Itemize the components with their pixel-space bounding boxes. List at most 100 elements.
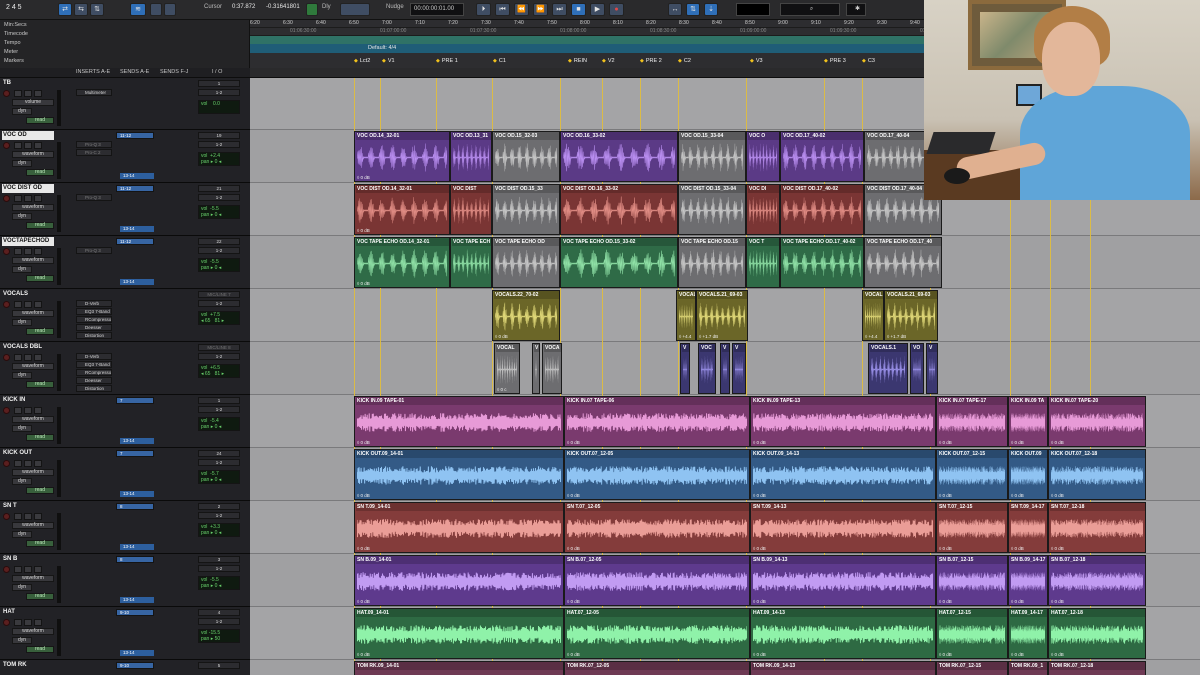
volume-pan-readout[interactable]: vol -15.5 pan ▸ 50 [198,629,240,643]
audio-clip[interactable]: SN T.07_12-15 ◊ 0 dB [936,502,1008,553]
audio-clip[interactable]: V [680,343,690,394]
output-selector[interactable]: 1-2 [198,247,240,254]
clip-gain[interactable]: ◊ 0 dB [753,440,766,445]
trim-tool-button[interactable] [150,3,162,16]
clip-gain[interactable]: ◊ 0 dB [1051,440,1064,445]
input-selector[interactable]: 5 [198,662,240,669]
send-slot[interactable]: 8 [116,556,154,563]
track-view-selector[interactable]: waveform [12,257,54,264]
mute-button[interactable] [24,513,32,520]
clip-gain[interactable]: ◊ 0 dB [1051,493,1064,498]
audio-clip[interactable]: VOC TAPE ECHO OD.15 [678,237,746,288]
audio-clip[interactable]: SN T.07_12-05 ◊ 0 dB [564,502,750,553]
insert-slot[interactable]: Pro-Q 3 [76,247,112,254]
tab-to-transient-icon[interactable]: ⇅ [686,3,700,16]
mute-button[interactable] [24,142,32,149]
audio-clip[interactable]: VOC DIST OD.15_33-04 [678,184,746,235]
send-slot[interactable]: 7 [116,397,154,404]
track-view-selector[interactable]: waveform [12,522,54,529]
clip-gain[interactable]: ◊ 0 dB [1011,493,1024,498]
automation-mode[interactable]: read [26,169,54,176]
input-monitor-button[interactable] [34,460,42,467]
marker-7[interactable]: PRE 2 [640,58,662,64]
send-bus[interactable]: 13-14 [120,173,154,179]
mute-button[interactable] [24,619,32,626]
audio-clip[interactable]: VOCAL ◊ 0 c [494,343,520,394]
solo-button[interactable] [14,142,22,149]
input-selector[interactable]: 4 [198,609,240,616]
track-name[interactable]: SN T [2,502,54,511]
search-icon[interactable]: ⌕ [780,3,840,16]
shuffle-mode-button[interactable]: ⇄ [58,3,72,16]
audio-clip[interactable]: V [720,343,730,394]
audio-clip[interactable]: KICK OUT.09_14-13 ◊ 0 dB [750,449,936,500]
track-view-selector[interactable]: waveform [12,310,54,317]
insert-slot[interactable]: D-Verb [76,300,112,307]
volume-pan-readout[interactable]: vol -5.5 pan ▸ 0 ◂ [198,576,240,590]
audio-clip[interactable]: KICK IN.07 TAPE-06 ◊ 0 dB [564,396,750,447]
send-slot[interactable]: 11-12 [116,185,154,192]
clip-gain[interactable]: ◊ 0 dB [357,599,370,604]
track-view-selector[interactable]: waveform [12,575,54,582]
spot-mode-button[interactable]: ⇆ [74,3,88,16]
record-arm-icon[interactable] [3,354,10,361]
clip-gain[interactable]: ◊ 0 dB [1011,652,1024,657]
track-name[interactable]: SN B [2,555,54,564]
clip-gain[interactable]: ◊ 0 dB [1011,599,1024,604]
volume-pan-readout[interactable]: vol -5.4 pan ▸ 0 ◂ [198,417,240,431]
clip-gain[interactable]: ◊ 0 dB [567,440,580,445]
input-selector[interactable]: 22 [198,238,240,245]
track-name[interactable]: VOCALS [2,290,54,299]
audio-clip[interactable]: VOC OD.17_40-04 [864,131,930,182]
clip-gain[interactable]: ◊ 0 dB [495,334,508,339]
marker-11[interactable]: C3 [862,58,875,64]
input-monitor-button[interactable] [34,195,42,202]
audio-clip[interactable]: SN T.07_12-18 ◊ 0 dB [1048,502,1146,553]
playlist-button[interactable]: dyn [12,160,32,167]
clip-gain[interactable]: ◊ 0 dB [567,652,580,657]
track-view-selector[interactable]: volume [12,99,54,106]
insert-slot[interactable]: Pro-Q 3 [76,194,112,201]
audio-clip[interactable]: VOCAL ◊ +4.4 [862,290,884,341]
clip-gain[interactable]: ◊ 0 dB [567,599,580,604]
send-bus[interactable]: 13-14 [120,650,154,656]
clip-gain[interactable]: ◊ 0 dB [939,493,952,498]
solo-button[interactable] [14,407,22,414]
audio-clip[interactable]: KICK IN.09 TA ◊ 0 dB [1008,396,1048,447]
clip-gain[interactable]: ◊ 0 dB [753,493,766,498]
audio-clip[interactable]: TOM RK.09_14-01 [354,661,564,675]
input-selector[interactable]: MIC/LINE 8 [198,344,240,351]
clip-gain[interactable]: ◊ 0 dB [1011,546,1024,551]
clip-gain[interactable]: ◊ 0 dB [1051,652,1064,657]
insert-slot[interactable]: Pro-C 2 [76,149,112,156]
automation-mode[interactable]: read [26,434,54,441]
dly-indicator[interactable] [306,3,318,16]
input-selector[interactable]: 21 [198,185,240,192]
solo-button[interactable] [14,195,22,202]
output-selector[interactable]: 1-2 [198,141,240,148]
audio-clip[interactable]: HAT.07_12-05 ◊ 0 dB [564,608,750,659]
send-slot[interactable]: 9-10 [116,662,154,669]
clip-gain[interactable]: ◊ 0 dB [357,228,370,233]
input-selector[interactable]: 1 [198,397,240,404]
playlist-button[interactable]: dyn [12,213,32,220]
clip-gain[interactable]: ◊ 0 dB [753,599,766,604]
automation-mode[interactable]: read [26,540,54,547]
audio-clip[interactable]: KICK OUT.09 ◊ 0 dB [1008,449,1048,500]
send-slot[interactable]: 7 [116,450,154,457]
solo-button[interactable] [14,354,22,361]
mute-button[interactable] [24,301,32,308]
marker-10[interactable]: PRE 3 [824,58,846,64]
mute-button[interactable] [24,407,32,414]
input-selector[interactable]: 2 [198,503,240,510]
track-name[interactable]: TOM RK [2,661,54,670]
audio-clip[interactable]: VOC DIST OD.14_32-01 ◊ 0 dB [354,184,450,235]
input-monitor-button[interactable] [34,248,42,255]
audio-clip[interactable]: VOC TAPE ECHO OD.17_40 [864,237,942,288]
audio-clip[interactable]: V [926,343,938,394]
stop-icon[interactable]: ■ [571,3,586,16]
play-icon[interactable]: ▶ [590,3,605,16]
slip-mode-button[interactable]: ⇅ [90,3,104,16]
mute-button[interactable] [24,90,32,97]
clip-gain[interactable]: ◊ 0 dB [357,493,370,498]
